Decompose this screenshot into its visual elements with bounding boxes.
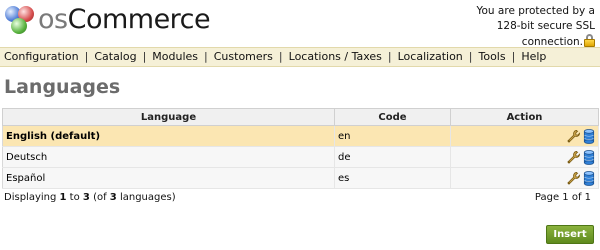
column-header-action: Action: [450, 108, 599, 126]
pagination-summary: Displaying 1 to 3 (of 3 languages): [4, 192, 176, 203]
top-menu: Configuration | Catalog | Modules | Customers |…: [0, 47, 600, 67]
ssl-notice: You are protected by a 128-bit secure SS…: [435, 4, 595, 50]
menu-item-configuration[interactable]: Configuration: [4, 50, 79, 63]
logo-text: osCommerce: [38, 4, 211, 35]
menu-item-catalog[interactable]: Catalog: [94, 50, 136, 63]
row-actions: [450, 167, 599, 189]
menu-item-localization[interactable]: Localization: [398, 50, 463, 63]
insert-button[interactable]: Insert: [546, 225, 594, 244]
column-header-language[interactable]: Language: [2, 108, 335, 126]
edit-wrench-icon[interactable]: [566, 150, 581, 165]
menu-separator: |: [387, 50, 392, 63]
table-row[interactable]: Español es: [2, 167, 599, 189]
menu-separator: |: [278, 50, 283, 63]
menu-separator: |: [511, 50, 516, 63]
database-icon[interactable]: [583, 170, 595, 186]
language-name: English (default): [2, 125, 335, 147]
page-indicator: Page 1 of 1: [534, 192, 591, 203]
menu-separator: |: [84, 50, 89, 63]
table-row[interactable]: Deutsch de: [2, 146, 599, 168]
menu-item-tools[interactable]: Tools: [479, 50, 506, 63]
ssl-notice-line: You are protected by a: [476, 5, 595, 17]
menu-item-customers[interactable]: Customers: [214, 50, 273, 63]
database-icon[interactable]: [583, 149, 595, 165]
oscommerce-logo-icon: [4, 4, 38, 36]
languages-table: Language Code Action English (default) e…: [2, 108, 599, 189]
lock-icon: [584, 34, 595, 47]
language-code: en: [334, 125, 451, 147]
menu-item-modules[interactable]: Modules: [152, 50, 198, 63]
edit-wrench-icon[interactable]: [566, 171, 581, 186]
language-code: es: [334, 167, 451, 189]
ssl-notice-line: 128-bit secure SSL: [496, 20, 595, 32]
page-title: Languages: [4, 76, 121, 98]
language-code: de: [334, 146, 451, 168]
column-header-code[interactable]: Code: [334, 108, 451, 126]
menu-separator: |: [142, 50, 147, 63]
row-actions: [450, 146, 599, 168]
table-row[interactable]: English (default) en: [2, 125, 599, 147]
menu-separator: |: [204, 50, 208, 63]
menu-item-locations-taxes[interactable]: Locations / Taxes: [289, 50, 382, 63]
table-header-row: Language Code Action: [2, 108, 599, 126]
logo[interactable]: osCommerce: [4, 4, 211, 36]
row-actions: [450, 125, 599, 147]
database-icon[interactable]: [583, 128, 595, 144]
language-name: Español: [2, 167, 335, 189]
edit-wrench-icon[interactable]: [566, 129, 581, 144]
language-name: Deutsch: [2, 146, 335, 168]
menu-item-help[interactable]: Help: [521, 50, 546, 63]
menu-separator: |: [468, 50, 473, 63]
header: osCommerce You are protected by a 128-bi…: [0, 0, 600, 48]
